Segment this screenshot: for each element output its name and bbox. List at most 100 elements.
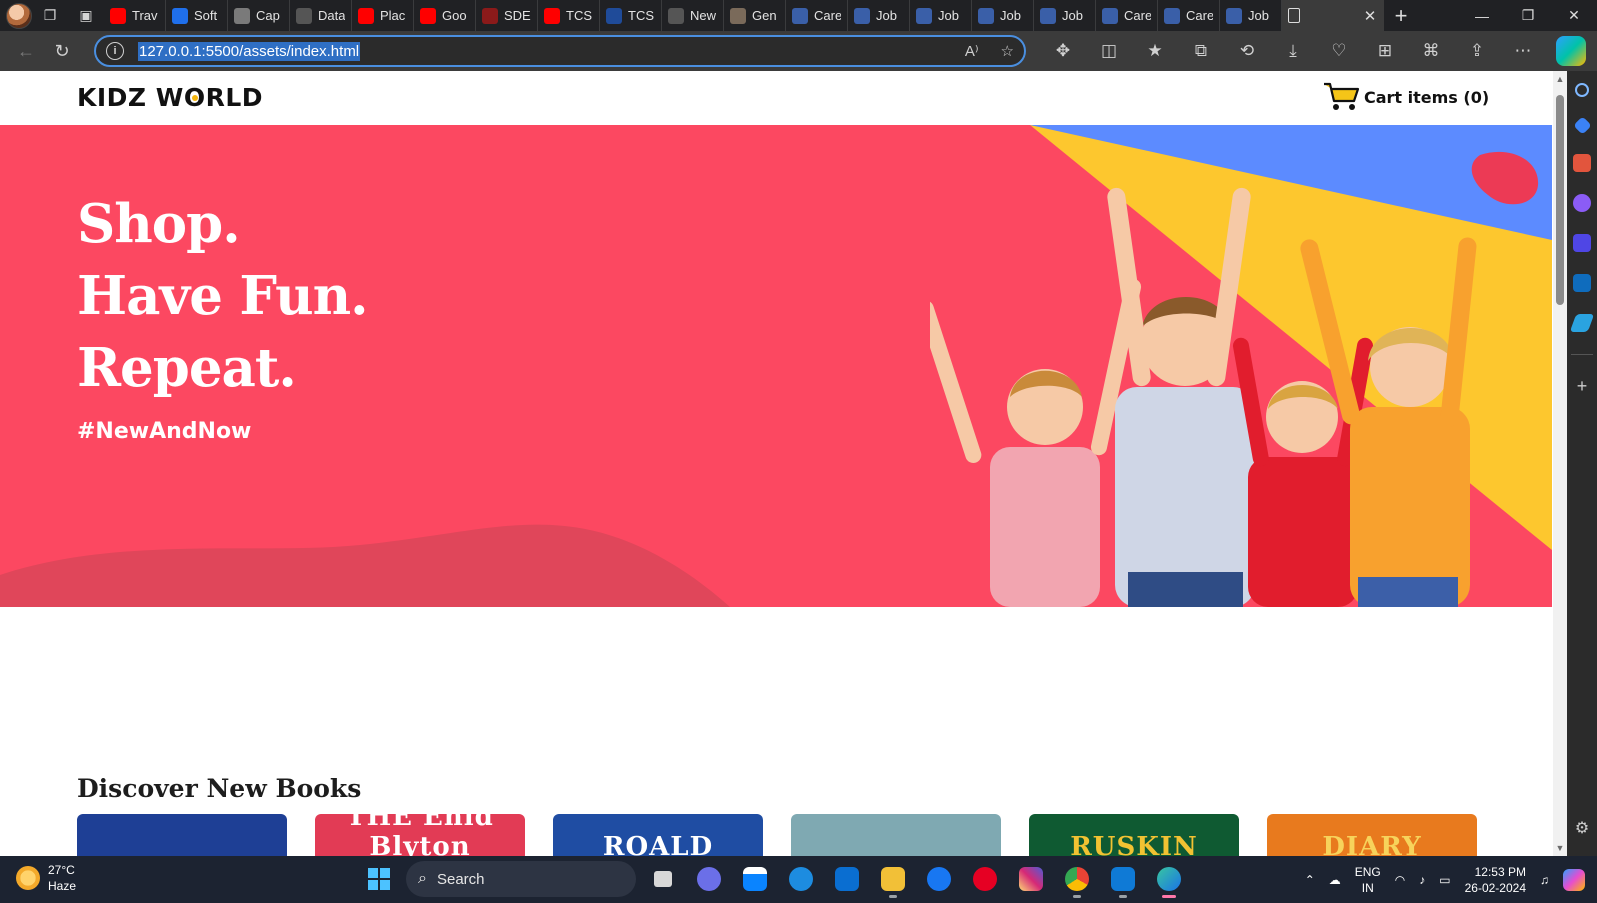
browser-tab[interactable]: SDE [476, 0, 538, 31]
collections-icon[interactable]: ⧉ [1178, 33, 1224, 69]
extensions-icon[interactable]: ✥ [1040, 33, 1086, 69]
onedrive-icon[interactable]: ☁ [1329, 873, 1341, 887]
browser-tab[interactable]: Job [1034, 0, 1096, 31]
screenshot-icon[interactable]: ⌘ [1408, 33, 1454, 69]
favorites-icon[interactable]: ★ [1132, 33, 1178, 69]
scroll-up-arrow-icon[interactable]: ▲ [1555, 74, 1565, 84]
browser-tab[interactable]: Job [848, 0, 910, 31]
book-cover[interactable]: THE Enid Blyton [315, 814, 525, 856]
show-hidden-icons-icon[interactable]: ⌃ [1305, 873, 1315, 887]
workspaces-icon[interactable]: ❐ [32, 0, 68, 31]
edge-sidebar: + ⚙ [1567, 71, 1597, 856]
telegram-icon[interactable] [1569, 314, 1595, 332]
history-icon[interactable]: ⟲ [1224, 33, 1270, 69]
downloads-icon[interactable]: ⤓ [1270, 33, 1316, 69]
outlook-icon[interactable] [1573, 274, 1591, 292]
copilot-taskbar-icon[interactable] [1563, 868, 1585, 891]
tab-active[interactable] [1282, 0, 1356, 31]
performance-icon[interactable]: ♡ [1316, 33, 1362, 69]
language-indicator[interactable]: ENG IN [1355, 864, 1381, 896]
browser-tab[interactable]: Job [910, 0, 972, 31]
browser-tab[interactable]: Soft [166, 0, 228, 31]
youtube-icon [358, 7, 374, 24]
copilot-rail-icon[interactable] [1573, 234, 1591, 252]
browser-tab[interactable]: Goo [414, 0, 476, 31]
browser-tab[interactable]: Cap [228, 0, 290, 31]
volume-icon[interactable]: ♪ [1419, 873, 1425, 887]
scroll-thumb[interactable] [1556, 95, 1564, 305]
browser-tab[interactable]: New [662, 0, 724, 31]
site-info-icon[interactable]: i [106, 42, 124, 60]
browser-tab[interactable]: TCS [538, 0, 600, 31]
instagram-icon[interactable] [1012, 860, 1050, 898]
taskbar-search[interactable]: ⌕ Search [406, 861, 636, 897]
more-menu-icon[interactable]: ⋯ [1500, 33, 1546, 69]
book-cover[interactable]: RUSKIN [1029, 814, 1239, 856]
page-scrollbar[interactable]: ▲ ▼ [1553, 71, 1567, 856]
start-button[interactable] [360, 860, 398, 898]
system-clock[interactable]: 12:53 PM 26-02-2024 [1465, 864, 1526, 896]
task-view-icon[interactable] [644, 860, 682, 898]
browser-tab[interactable]: Care [786, 0, 848, 31]
site-logo[interactable]: KIDZ WORLD [77, 83, 263, 112]
vscode-icon[interactable] [1104, 860, 1142, 898]
browser-tab[interactable]: TCS [600, 0, 662, 31]
new-tab-button[interactable]: + [1384, 0, 1418, 31]
logo-o: O [183, 83, 206, 112]
chrome-icon[interactable] [1058, 860, 1096, 898]
browser-tab[interactable]: Job [1220, 0, 1282, 31]
back-button[interactable]: ← [8, 33, 44, 69]
book-cover[interactable] [791, 814, 1001, 856]
minimize-button[interactable]: — [1459, 0, 1505, 31]
close-window-button[interactable]: ✕ [1551, 0, 1597, 31]
brand-c-icon [792, 7, 808, 24]
facebook-icon[interactable] [920, 860, 958, 898]
copilot-icon[interactable] [1556, 36, 1586, 66]
help-icon[interactable] [782, 860, 820, 898]
notifications-bell-icon[interactable]: ♫ [1540, 873, 1549, 887]
tools-icon[interactable] [1573, 154, 1591, 172]
image-icon [730, 7, 746, 24]
browser-tab[interactable]: Care [1158, 0, 1220, 31]
battery-icon[interactable]: ▭ [1439, 873, 1450, 887]
myhp-icon[interactable] [828, 860, 866, 898]
refresh-button[interactable]: ↻ [44, 33, 80, 69]
scroll-down-arrow-icon[interactable]: ▼ [1555, 843, 1565, 853]
tab-actions-icon[interactable]: ▣ [68, 0, 104, 31]
favorite-star-icon[interactable]: ☆ [1001, 42, 1014, 60]
search-icon[interactable] [1575, 83, 1589, 97]
teams-chat-icon[interactable] [690, 860, 728, 898]
browser-tab[interactable]: Gen [724, 0, 786, 31]
book-cover[interactable]: DIARY [1267, 814, 1477, 856]
microsoft-store-icon[interactable] [736, 860, 774, 898]
restore-button[interactable]: ❐ [1505, 0, 1551, 31]
read-aloud-icon[interactable]: A⁾ [965, 42, 979, 60]
edge-icon[interactable] [1150, 860, 1188, 898]
browser-tab-label: Care [814, 8, 841, 23]
url-text[interactable]: 127.0.0.1:5500/assets/index.html [138, 41, 361, 61]
file-explorer-icon[interactable] [874, 860, 912, 898]
pinterest-icon[interactable] [966, 860, 1004, 898]
profile-avatar[interactable] [6, 2, 32, 29]
cart-link[interactable]: Cart items (0) [1322, 81, 1489, 113]
tab-close-icon[interactable]: ✕ [1356, 0, 1384, 31]
add-sidebar-app-icon[interactable]: + [1577, 377, 1588, 395]
youtube-icon [420, 7, 436, 24]
book-cover[interactable]: ROALD [553, 814, 763, 856]
book-cover[interactable] [77, 814, 287, 856]
browser-tab[interactable]: Plac [352, 0, 414, 31]
browser-tab[interactable]: Job [972, 0, 1034, 31]
apps-icon[interactable]: ⊞ [1362, 33, 1408, 69]
sidebar-settings-icon[interactable]: ⚙ [1575, 820, 1589, 838]
wifi-icon[interactable]: ◠ [1395, 873, 1405, 887]
browser-tab[interactable]: Trav [104, 0, 166, 31]
games-icon[interactable] [1573, 194, 1591, 212]
address-bar[interactable]: i 127.0.0.1:5500/assets/index.html A⁾ ☆ [94, 35, 1026, 67]
browser-tab[interactable]: Care [1096, 0, 1158, 31]
shopping-icon[interactable] [1572, 116, 1592, 135]
share-icon[interactable]: ⇪ [1454, 33, 1500, 69]
weather-widget[interactable]: 27°C Haze [16, 862, 76, 894]
tab-list: Trav Soft Cap Data Plac Goo SDE TCS TCS New Gen Car… [104, 0, 1282, 31]
browser-tab[interactable]: Data [290, 0, 352, 31]
split-screen-icon[interactable]: ◫ [1086, 33, 1132, 69]
